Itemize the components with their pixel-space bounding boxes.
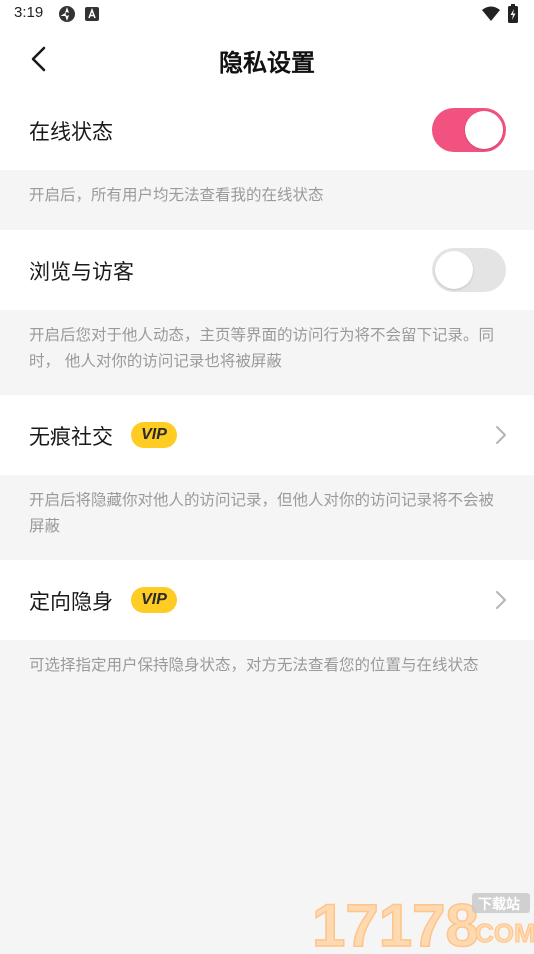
setting-label-targeted-invisible: 定向隐身	[29, 590, 113, 614]
vip-badge: VIP	[131, 422, 177, 448]
wifi-icon	[482, 6, 500, 21]
notification-icon	[85, 7, 99, 21]
setting-desc-online-status: 开启后，所有用户均无法查看我的在线状态	[29, 186, 324, 204]
setting-label-browse-visitors: 浏览与访客	[29, 260, 134, 284]
setting-desc-targeted-invisible: 可选择指定用户保持隐身状态，对方无法查看您的位置与在线状态	[29, 656, 479, 674]
watermark-domain: COM	[475, 918, 534, 948]
toggle-knob	[465, 111, 503, 149]
setting-label-traceless-social: 无痕社交	[29, 425, 113, 449]
status-time: 3:19	[14, 4, 44, 21]
watermark-logo: 17178 下载站 COM	[311, 890, 534, 954]
setting-desc-browse-visitors: 开启后您对于他人动态，主页等界面的访问行为将不会留下记录。同时， 他人对你的访问…	[29, 326, 495, 370]
browse-visitors-toggle[interactable]	[432, 248, 506, 292]
nav-bar: 隐私设置	[0, 28, 534, 91]
page-title: 隐私设置	[219, 49, 315, 77]
vip-badge: VIP	[131, 587, 177, 613]
online-status-toggle[interactable]	[432, 108, 506, 152]
chevron-right-icon	[496, 591, 506, 609]
setting-row-targeted-invisible[interactable]: 定向隐身 VIP	[0, 560, 534, 640]
watermark-number: 17178	[312, 892, 479, 950]
watermark-tag: 下载站	[478, 896, 520, 913]
chevron-right-icon	[496, 426, 506, 444]
status-bar: 3:19	[0, 0, 534, 28]
setting-row-online-status: 在线状态	[0, 90, 534, 170]
setting-row-traceless-social[interactable]: 无痕社交 VIP	[0, 395, 534, 475]
setting-desc-traceless-social: 开启后将隐藏你对他人的访问记录，但他人对你的访问记录将不会被屏蔽	[29, 491, 495, 535]
battery-icon	[508, 4, 518, 23]
setting-label-online-status: 在线状态	[29, 120, 113, 144]
setting-row-browse-visitors: 浏览与访客	[0, 230, 534, 310]
watermark-graphic: 17178 下载站 COM	[311, 891, 534, 954]
toggle-knob	[435, 251, 473, 289]
sync-icon	[59, 6, 75, 22]
